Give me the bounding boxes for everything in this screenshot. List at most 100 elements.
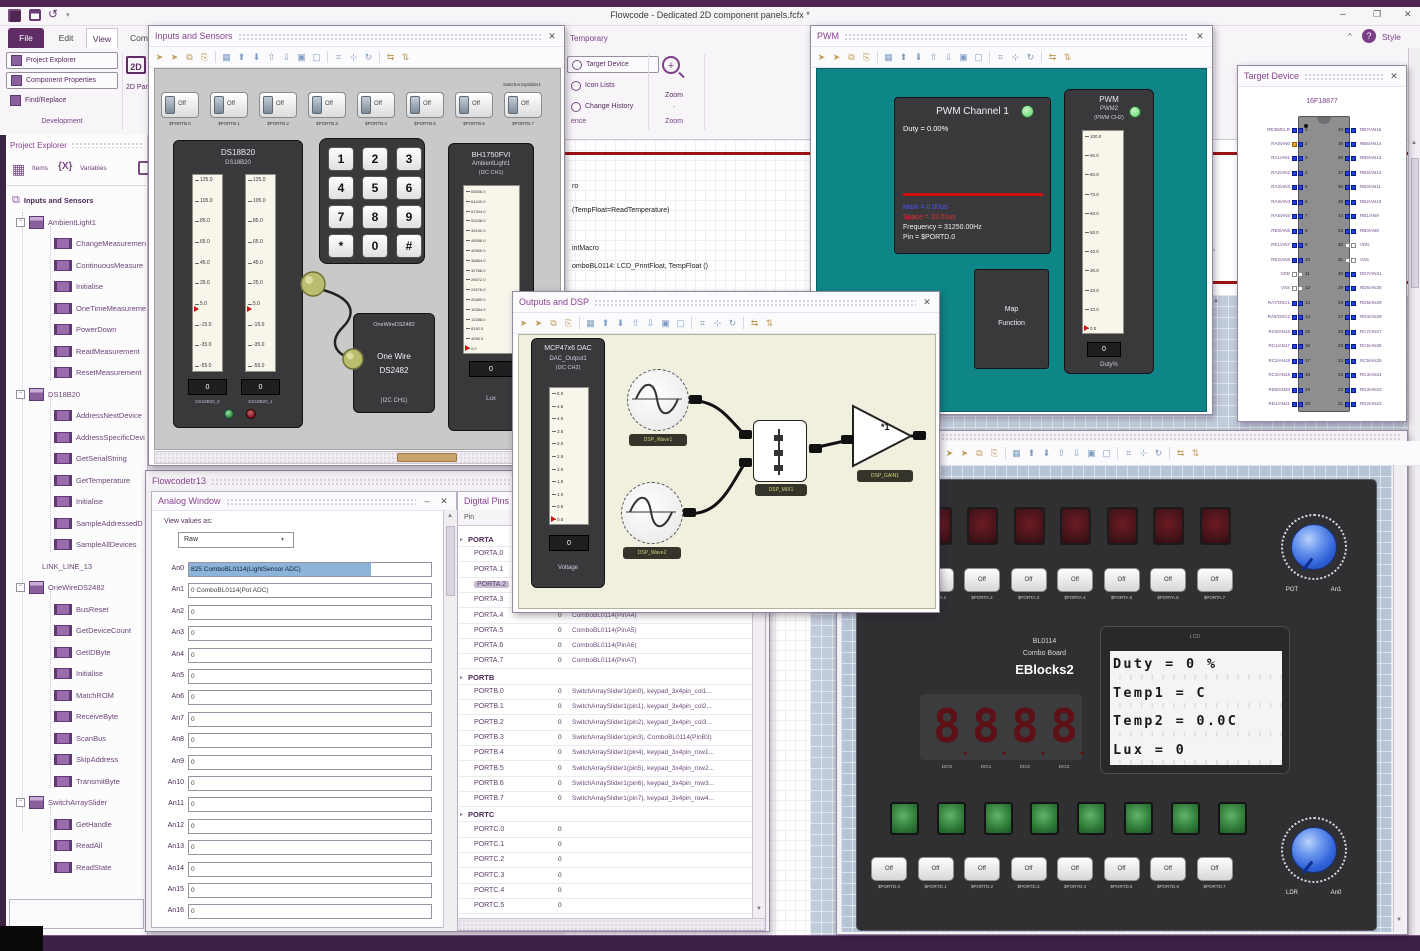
dsp-mix-component[interactable] bbox=[753, 420, 807, 482]
variables-tab-icon[interactable]: {X} bbox=[58, 161, 72, 172]
paste-icon[interactable]: ⎘ bbox=[562, 316, 575, 330]
digital-horizontal-scrollbar[interactable] bbox=[458, 918, 765, 930]
digital-row-portc-3[interactable]: PORTC.3 0 bbox=[458, 869, 752, 884]
tree-expander-icon[interactable]: − bbox=[16, 798, 25, 807]
grid-icon[interactable]: ⌗ bbox=[332, 50, 345, 64]
board-button--portd-5[interactable]: Off bbox=[1103, 857, 1140, 881]
ribbon-item-target-device[interactable]: Target Device bbox=[567, 56, 659, 73]
keypad-key-6[interactable]: 6 bbox=[396, 176, 422, 200]
tab-view[interactable]: View bbox=[86, 28, 118, 49]
raise-icon[interactable]: ⇧ bbox=[927, 50, 940, 64]
snap-icon[interactable]: ⊹ bbox=[1137, 446, 1150, 460]
tree-item-initialise[interactable]: Initialise bbox=[54, 276, 148, 297]
copy-icon[interactable]: ⧉ bbox=[845, 50, 858, 64]
cursor-icon[interactable]: ➤ bbox=[815, 50, 828, 64]
pwm-channel1-panel[interactable]: PWM Channel 1 Duty = 0.00% Mark = 0.00us… bbox=[894, 97, 1051, 254]
raise-icon[interactable]: ⇧ bbox=[1055, 446, 1068, 460]
tree-item-onewireds2482[interactable]: − OneWireDS2482 bbox=[16, 577, 148, 598]
digital-row-portb-4[interactable]: PORTB.4 0 SwitchArraySlider1(pin4), keypad… bbox=[458, 746, 752, 762]
digital-row-portb-6[interactable]: PORTB.6 0 SwitchArraySlider1(pin6), keypad… bbox=[458, 777, 752, 792]
digital-row-portc-5[interactable]: PORTC.5 0 bbox=[458, 899, 752, 915]
tree-item-skipaddress[interactable]: SkipAddress bbox=[54, 749, 148, 770]
cursor-icon[interactable]: ➤ bbox=[943, 446, 956, 460]
keypad-key-hash[interactable]: # bbox=[396, 234, 422, 258]
dsp-gain-component[interactable] bbox=[851, 404, 915, 470]
toggle-switch--portb-2[interactable]: Off bbox=[259, 92, 297, 118]
paste-icon[interactable]: ⎘ bbox=[988, 446, 1001, 460]
target-device-window[interactable]: Target Device ✕ 16F18877 RE3/MCLR 1 RA0/AN0… bbox=[1237, 65, 1407, 422]
pot-knob[interactable] bbox=[1291, 524, 1337, 572]
ribbon-item-component-properties[interactable]: Component Properties bbox=[6, 72, 118, 89]
front-icon[interactable]: ⬆ bbox=[235, 50, 248, 64]
flip-y-icon[interactable]: ⇅ bbox=[399, 50, 412, 64]
scrollbar-thumb[interactable] bbox=[446, 526, 455, 596]
keypad-key-0[interactable]: 0 bbox=[362, 234, 388, 258]
tree-expander-icon[interactable]: ▸ bbox=[460, 674, 463, 681]
scrollbar-down-icon[interactable]: ▼ bbox=[1396, 917, 1402, 923]
dsp-wave1-component[interactable] bbox=[627, 369, 689, 431]
toggle-switch--portb-6[interactable]: Off bbox=[455, 92, 493, 118]
ldr-knob[interactable] bbox=[1291, 827, 1337, 875]
toggle-switch--portb-7[interactable]: Off bbox=[504, 92, 542, 118]
digital-row-portb-1[interactable]: PORTB.1 0 SwitchArraySlider1(pin1), keypad… bbox=[458, 700, 752, 716]
items-tab-icon[interactable]: ▦ bbox=[12, 161, 28, 177]
zoom-button[interactable]: + Zoom - bbox=[656, 54, 692, 120]
raise-icon[interactable]: ⇧ bbox=[265, 50, 278, 64]
close-icon[interactable]: ✕ bbox=[546, 31, 558, 42]
ungroup-icon[interactable]: ▢ bbox=[1100, 446, 1113, 460]
minimize-button[interactable]: – bbox=[1340, 9, 1346, 20]
tree-item-readall[interactable]: ReadAll bbox=[54, 835, 148, 856]
outputs-window-titlebar[interactable]: Outputs and DSP ✕ bbox=[513, 292, 939, 313]
analog-value-field-an6[interactable]: 0 bbox=[188, 690, 432, 706]
tree-item-addressspecificdevi[interactable]: AddressSpecificDevi bbox=[54, 427, 148, 448]
cursor-add-icon[interactable]: ➤ bbox=[532, 316, 545, 330]
rotate-icon[interactable]: ↻ bbox=[1024, 50, 1037, 64]
switch-lever[interactable] bbox=[459, 96, 469, 114]
tree-item-link-line-13[interactable]: LINK_LINE_13 bbox=[42, 556, 148, 577]
tree-expander-icon[interactable]: − bbox=[16, 583, 25, 592]
tree-item-ds18b20[interactable]: − DS18B20 bbox=[16, 384, 148, 405]
tree-expander-icon[interactable]: − bbox=[16, 389, 25, 399]
switch-lever[interactable] bbox=[410, 96, 420, 114]
component-icon[interactable]: ▦ bbox=[220, 50, 233, 64]
tree-item-initialise[interactable]: Initialise bbox=[54, 663, 148, 684]
tree-item-receivebyte[interactable]: ReceiveByte bbox=[54, 706, 148, 727]
keypad-key-2[interactable]: 2 bbox=[362, 147, 388, 171]
ungroup-icon[interactable]: ▢ bbox=[674, 316, 687, 330]
snap-icon[interactable]: ⊹ bbox=[711, 316, 724, 330]
digital-row-portb-5[interactable]: PORTB.5 0 SwitchArraySlider1(pin5), keypad… bbox=[458, 762, 752, 777]
copy-icon[interactable]: ⧉ bbox=[183, 50, 196, 64]
flip-x-icon[interactable]: ⇆ bbox=[748, 316, 761, 330]
grid-icon[interactable]: ⌗ bbox=[696, 316, 709, 330]
back-icon[interactable]: ⬇ bbox=[912, 50, 925, 64]
analog-value-field-an2[interactable]: 0 bbox=[188, 604, 432, 620]
cursor-icon[interactable]: ➤ bbox=[517, 316, 530, 330]
zoom-minus[interactable]: - bbox=[656, 104, 692, 111]
tree-item-getidbyte[interactable]: GetIDByte bbox=[54, 642, 148, 663]
tree-item-onetimemeasureme[interactable]: OneTimeMeasureme bbox=[54, 298, 148, 319]
keypad-3x4-component[interactable]: 1 2 3 4 5 6 7 8 9 * 0 # bbox=[319, 138, 425, 264]
panel-window-titlebar[interactable] bbox=[937, 433, 1402, 440]
toggle-switch--portb-3[interactable]: Off bbox=[308, 92, 346, 118]
analog-value-field-an16[interactable]: 0 bbox=[188, 904, 432, 920]
tree-item-matchrom[interactable]: MatchROM bbox=[54, 685, 148, 706]
tree-item-resetmeasurement[interactable]: ResetMeasurement bbox=[54, 362, 148, 383]
switch-lever[interactable] bbox=[312, 96, 322, 114]
pwm2-meter-panel[interactable]: PWM PWM2 (PWM CH2) Duty% 100.0 90.0 80.0 70… bbox=[1064, 89, 1154, 374]
flip-y-icon[interactable]: ⇅ bbox=[1061, 50, 1074, 64]
tree-item-addressnextdevice[interactable]: AddressNextDevice bbox=[54, 405, 148, 426]
analog-value-field-an15[interactable]: 0 bbox=[188, 883, 432, 898]
front-icon[interactable]: ⬆ bbox=[599, 316, 612, 330]
onewire-ds2482-component[interactable]: OneWireDS2482 One Wire DS2482 (I2C CH1) bbox=[353, 313, 435, 413]
keypad-key-3[interactable]: 3 bbox=[396, 147, 422, 171]
flip-x-icon[interactable]: ⇆ bbox=[1174, 446, 1187, 460]
board-button--porta-6[interactable]: Off bbox=[1150, 568, 1186, 592]
tree-item-switcharrayslider[interactable]: − SwitchArraySlider bbox=[16, 792, 148, 813]
rotate-icon[interactable]: ↻ bbox=[1152, 446, 1165, 460]
dsp-wave2-component[interactable] bbox=[621, 482, 683, 544]
board-button--portd-3[interactable]: Off bbox=[1010, 857, 1047, 881]
ungroup-icon[interactable]: ▢ bbox=[972, 50, 985, 64]
switch-lever[interactable] bbox=[508, 96, 518, 114]
lower-icon[interactable]: ⇩ bbox=[280, 50, 293, 64]
bg-scroll-up-icon[interactable]: ▲ bbox=[1213, 298, 1219, 304]
